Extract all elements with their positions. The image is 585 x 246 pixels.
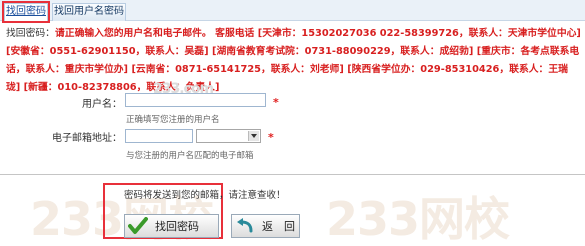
undo-arrow-icon (234, 216, 256, 236)
check-icon (127, 216, 149, 236)
back-label: 返 回 (262, 220, 295, 233)
username-input[interactable] (125, 93, 266, 107)
find-password-label: 找回密码 (155, 220, 199, 233)
email-domain-select[interactable] (196, 129, 261, 143)
send-note: 密码将发送到您的邮箱，请注意查收！ (124, 190, 286, 201)
username-hint: 正确填写您注册的用户名 (126, 115, 220, 125)
back-button[interactable]: 返 回 (231, 214, 300, 238)
email-input[interactable] (125, 129, 193, 143)
tab-find-username-password[interactable]: 找回用户名密码 (52, 3, 126, 21)
divider (0, 174, 585, 175)
chevron-down-icon (248, 131, 259, 141)
find-password-button[interactable]: 找回密码 (124, 214, 219, 238)
email-label: 电子邮箱地址： (52, 133, 122, 144)
notice-lead: 找回密码： (6, 28, 55, 39)
required-mark: * (273, 96, 279, 109)
tab-bar: 找回密码 找回用户名密码 (0, 0, 585, 23)
tab-find-password[interactable]: 找回密码 (2, 1, 50, 23)
username-label: 用户名： (82, 99, 122, 110)
notice-text: 请正确输入您的用户名和电子邮件。 客服电话 [天津市：15302027036 0… (6, 28, 581, 93)
contact-notice: 找回密码：请正确输入您的用户名和电子邮件。 客服电话 [天津市：15302027… (6, 25, 581, 97)
required-mark: * (268, 131, 274, 144)
email-hint: 与您注册的用户名匹配的电子邮箱 (126, 151, 254, 161)
watermark-logo: 233网校 (326, 192, 510, 246)
